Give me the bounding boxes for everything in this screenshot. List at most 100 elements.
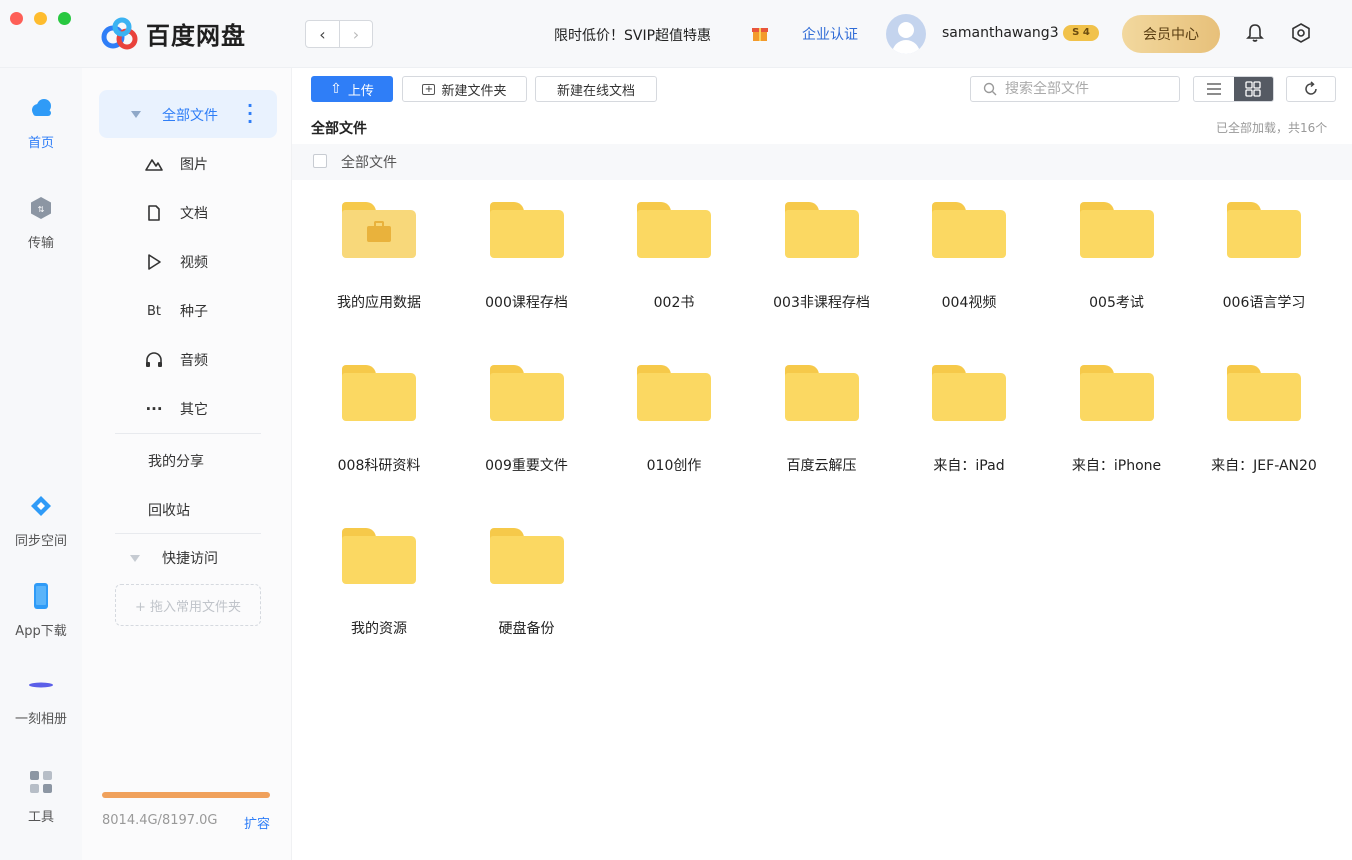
folder-name: 004视频 [941,295,997,311]
vip-center-button[interactable]: 会员中心 [1122,15,1220,53]
new-folder-icon: + [422,83,436,95]
bell-icon[interactable] [1244,22,1266,44]
forward-button[interactable]: › [339,21,372,47]
folder-item[interactable]: 005考试 [1043,198,1191,312]
folder-icon [784,198,859,262]
sidebar-item-quick-access[interactable]: 快捷访问 [130,548,218,568]
folder-icon [489,524,564,588]
folder-icon [1227,198,1301,262]
folder-icon [489,198,564,262]
upload-icon: ⇧ [330,81,342,97]
upload-button[interactable]: ⇧ 上传 [311,76,393,102]
new-online-doc-button[interactable]: 新建在线文档 [535,76,657,102]
window-close-button[interactable] [10,12,23,25]
folder-item[interactable]: 009重要文件 [453,361,601,475]
rail-item-tools[interactable]: 工具 [0,768,82,825]
folder-item[interactable]: 008科研资料 [305,361,453,475]
search-input[interactable] [1005,81,1165,97]
sidebar-item-others[interactable]: ··· 其它 [144,399,208,419]
more-vertical-icon[interactable]: · · · [247,98,253,130]
folder-icon [1079,361,1154,425]
folder-icon [637,198,711,262]
rail-label-tools: 工具 [27,810,54,825]
folder-icon [342,524,416,588]
folder-item[interactable]: 003非课程存档 [748,198,896,312]
storage-usage-bar [102,792,270,798]
window-minimize-button[interactable] [34,12,47,25]
folder-item[interactable]: 006语言学习 [1190,198,1338,312]
folder-item[interactable]: 000课程存档 [453,198,601,312]
folder-item[interactable]: 我的资源 [305,524,453,638]
rail-item-home[interactable]: 首页 [0,94,82,151]
folder-name: 008科研资料 [337,458,421,474]
more-icon: ··· [145,400,163,418]
back-button[interactable]: ‹ [306,21,339,47]
folder-item[interactable]: 硬盘备份 [453,524,601,638]
gift-icon[interactable] [750,23,770,43]
quick-access-drop-zone[interactable]: + 拖入常用文件夹 [115,584,261,626]
folder-item[interactable]: 002书 [600,198,748,312]
grid-view-button[interactable] [1233,77,1273,101]
folder-item[interactable]: 我的应用数据 [305,198,453,312]
view-toggle [1193,76,1274,102]
rail-item-sync[interactable]: 同步空间 [0,492,82,549]
folder-icon [932,361,1006,425]
folder-item[interactable]: 来自：iPad [895,361,1043,475]
history-nav: ‹ › [305,20,373,48]
headphones-icon [146,352,162,367]
folder-item[interactable]: 004视频 [895,198,1043,312]
main-content: ⇧ 上传 + 新建文件夹 新建在线文档 搜索全部文件 全部文件 已全部加载，共1… [292,68,1352,860]
folder-item[interactable]: 来自：JEF-AN20 [1190,361,1338,475]
sidebar-item-my-share[interactable]: 我的分享 [148,451,204,471]
sync-icon [31,496,51,516]
search-box[interactable] [970,76,1180,102]
rail-item-transfer[interactable]: ⇅ 传输 [0,194,82,251]
rail-item-app-download[interactable]: App下载 [0,582,82,639]
rail-label-app-download: App下载 [15,624,67,639]
enterprise-certification-link[interactable]: 企业认证 [802,24,858,44]
svip-promo-link[interactable]: 限时低价！SVIP超值特惠 [554,25,711,45]
new-folder-button[interactable]: + 新建文件夹 [402,76,527,102]
folder-item[interactable]: 010创作 [600,361,748,475]
sidebar-item-label: 种子 [180,304,208,320]
username[interactable]: samanthawang3 [942,25,1059,41]
sidebar-item-all-files[interactable]: 全部文件 · · · [99,90,277,138]
folder-name: 来自：iPhone [1071,458,1162,474]
sidebar-item-label: 图片 [180,157,208,173]
sidebar-item-torrents[interactable]: Bt 种子 [144,301,208,321]
folder-name: 006语言学习 [1222,295,1306,311]
rail-item-album[interactable]: 一刻相册 [0,670,82,727]
app-logo: 百度网盘 [100,16,246,51]
new-folder-label: 新建文件夹 [441,83,507,99]
breadcrumb[interactable]: 全部文件 [311,118,367,138]
sidebar-item-images[interactable]: 图片 [144,154,208,174]
expand-storage-link[interactable]: 扩容 [244,813,270,832]
chevron-down-icon[interactable] [131,111,141,118]
sidebar: 全部文件 · · · 图片 文档 视频 Bt 种子 音频 ··· 其它 我的分享… [82,68,292,860]
sidebar-item-label: 文档 [180,206,208,222]
video-icon [148,254,161,270]
window-zoom-button[interactable] [58,12,71,25]
folder-item[interactable]: 来自：iPhone [1043,361,1191,475]
sidebar-item-videos[interactable]: 视频 [144,252,208,272]
sidebar-item-audio[interactable]: 音频 [144,350,208,370]
list-view-button[interactable] [1194,77,1234,101]
list-icon [1206,83,1221,95]
list-header: 全部文件 [292,144,1352,180]
sidebar-item-label: 其它 [180,402,208,418]
folder-item[interactable]: 百度云解压 [748,361,896,475]
select-all-checkbox[interactable] [313,154,327,168]
sidebar-item-recycle-bin[interactable]: 回收站 [148,500,190,520]
search-icon [983,82,997,96]
gear-icon[interactable] [1290,22,1312,44]
refresh-button[interactable] [1286,76,1336,102]
upload-label: 上传 [347,83,374,99]
folder-icon [1079,198,1154,262]
album-icon [29,682,53,688]
avatar-body-icon [892,40,920,54]
storage-usage-text: 8014.4G/8197.0G [102,813,218,828]
sidebar-divider [115,533,261,534]
avatar[interactable] [886,14,926,54]
sidebar-item-documents[interactable]: 文档 [144,203,208,223]
folder-name: 005考试 [1089,295,1144,311]
